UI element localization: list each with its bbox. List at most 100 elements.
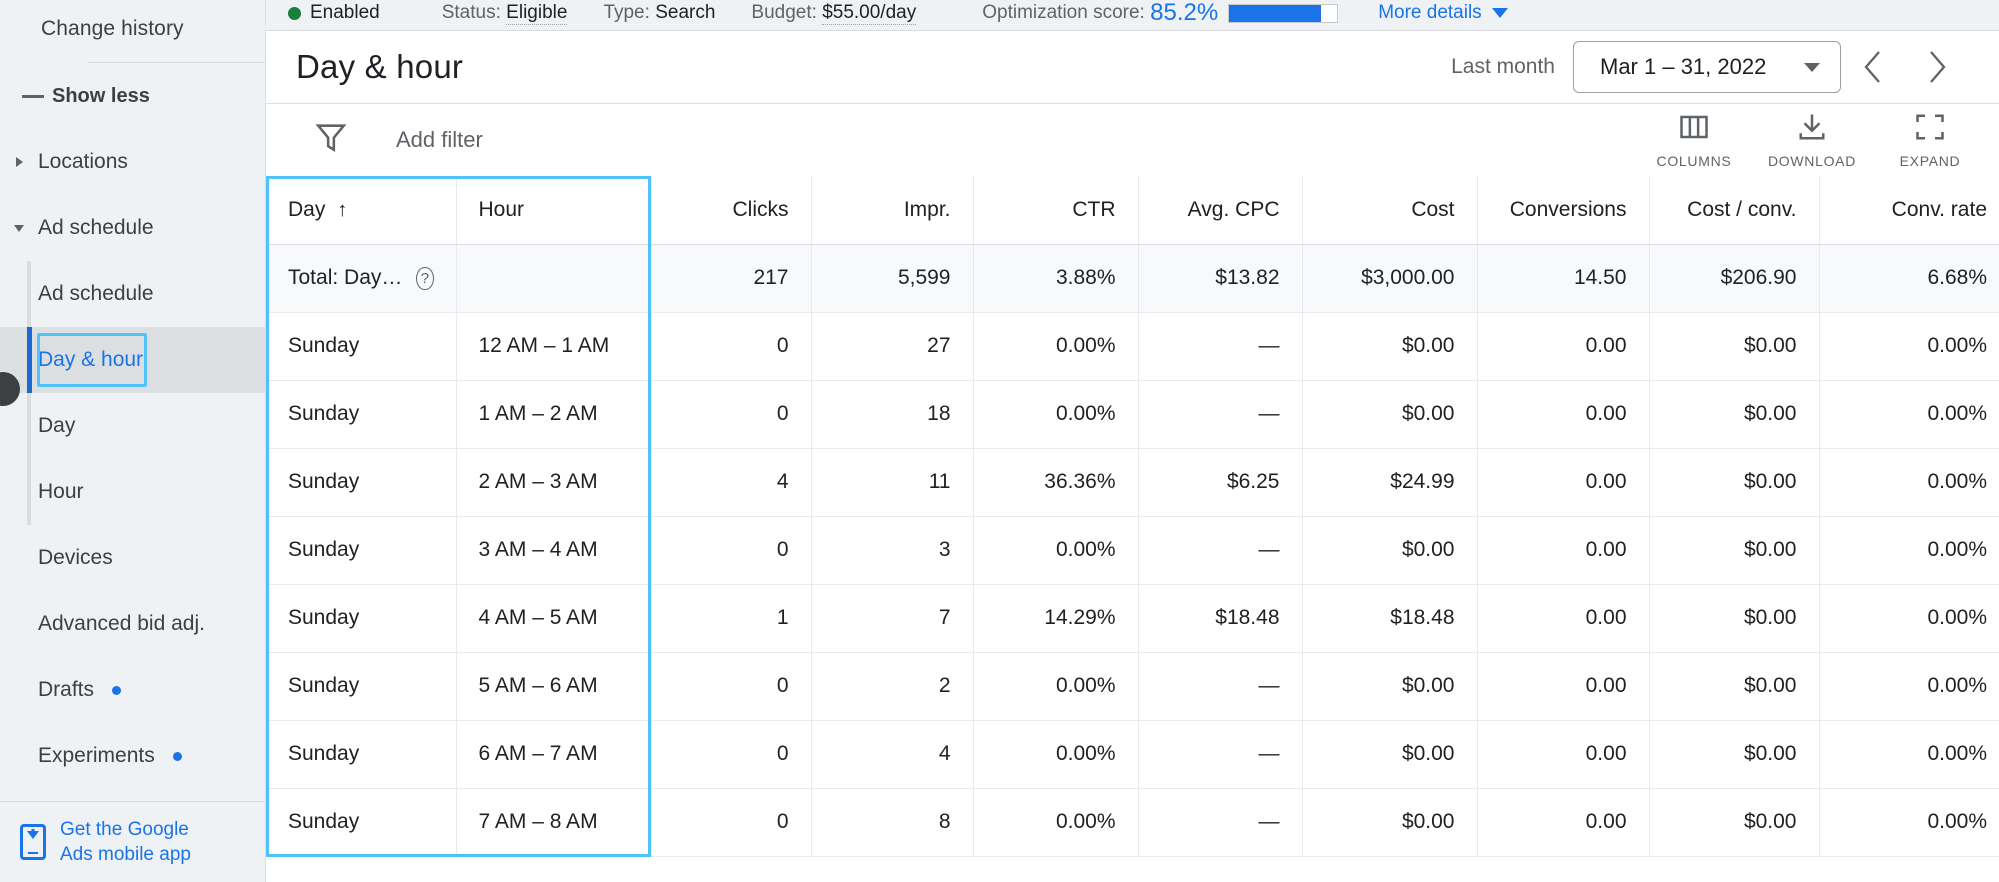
data-table-container[interactable]: Day ↑ Hour Clicks Impr. CTR Avg. CPC Cost… xyxy=(266,176,1999,882)
sidebar-item-ad-schedule[interactable]: Ad schedule xyxy=(0,261,265,327)
column-header-cost-per-conv[interactable]: Cost / conv. xyxy=(1649,176,1820,245)
column-header-day[interactable]: Day ↑ xyxy=(266,176,457,245)
table-row[interactable]: Sunday 1 AM – 2 AM 0 18 0.00% — $0.00 0.00 $0.00… xyxy=(266,380,1999,449)
cell-ctr: 0.00% xyxy=(973,720,1139,789)
total-hour-cell xyxy=(456,244,652,313)
cell-conv-rate: 0.00% xyxy=(1819,448,1999,517)
column-label: Cost / conv. xyxy=(1687,197,1797,221)
date-range-picker[interactable]: Mar 1 – 31, 2022 xyxy=(1573,41,1841,93)
sidebar-item-locations[interactable]: Locations xyxy=(0,129,265,195)
cell-impr: 18 xyxy=(811,380,974,449)
cell-day: Sunday xyxy=(266,312,457,381)
sidebar-item-change-history[interactable]: Change history xyxy=(0,0,265,57)
column-header-conversions[interactable]: Conversions xyxy=(1477,176,1650,245)
sidebar-show-less-button[interactable]: Show less xyxy=(0,63,265,129)
cell-avg-cpc: — xyxy=(1138,380,1303,449)
cell-clicks: 0 xyxy=(651,720,812,789)
next-period-button[interactable] xyxy=(1905,35,1969,99)
mobile-app-link[interactable]: Get the Google Ads mobile app xyxy=(60,817,191,867)
minus-icon xyxy=(14,94,52,98)
main-content: Enabled Status: Eligible Type: Search Bu… xyxy=(265,0,1999,882)
cell-cost-per-conv: $0.00 xyxy=(1649,448,1820,517)
cell-conversions: 0.00 xyxy=(1477,652,1650,721)
column-header-avg-cpc[interactable]: Avg. CPC xyxy=(1138,176,1303,245)
page-header: Day & hour Last month Mar 1 – 31, 2022 xyxy=(266,31,1999,103)
cell-hour: 3 AM – 4 AM xyxy=(456,516,652,585)
sidebar-item-label: Locations xyxy=(38,150,128,173)
mobile-app-promo[interactable]: Get the Google Ads mobile app xyxy=(0,801,265,882)
sidebar-subgroup: Ad schedule Day & hour Day Hour xyxy=(0,261,265,525)
enabled-dot-icon xyxy=(288,6,301,20)
sidebar-item-label: Hour xyxy=(38,480,84,503)
table-row[interactable]: Sunday 5 AM – 6 AM 0 2 0.00% — $0.00 0.00 $0.00 0… xyxy=(266,652,1999,721)
table-row[interactable]: Sunday 2 AM – 3 AM 4 11 36.36% $6.25 $24.99 0.0… xyxy=(266,448,1999,517)
sidebar-item-devices[interactable]: Devices xyxy=(0,525,265,591)
cell-day: Sunday xyxy=(266,380,457,449)
budget-value: $55.00/day xyxy=(822,1,917,25)
chevron-down-icon xyxy=(0,224,38,232)
total-conversions-cell: 14.50 xyxy=(1477,244,1650,313)
more-details-label: More details xyxy=(1378,2,1482,23)
add-filter-button[interactable]: Add filter xyxy=(266,120,483,159)
cell-conversions: 0.00 xyxy=(1477,720,1650,789)
day-hour-table: Day ↑ Hour Clicks Impr. CTR Avg. CPC Cost… xyxy=(266,176,1999,857)
cell-ctr: 14.29% xyxy=(973,584,1139,653)
download-button[interactable]: DOWNLOAD xyxy=(1753,111,1871,169)
sidebar-item-hour[interactable]: Hour xyxy=(0,459,265,525)
table-row[interactable]: Sunday 7 AM – 8 AM 0 8 0.00% — $0.00 0.00 $0.00 0… xyxy=(266,788,1999,857)
content-card: Day & hour Last month Mar 1 – 31, 2022 A… xyxy=(265,30,1999,882)
column-label: Hour xyxy=(478,197,525,221)
column-header-cost[interactable]: Cost xyxy=(1302,176,1478,245)
cell-ctr: 0.00% xyxy=(973,312,1139,381)
notification-dot-icon xyxy=(112,685,122,695)
help-icon[interactable]: ? xyxy=(416,266,434,290)
table-toolbar: Add filter COLUMNS DOWNLOAD EXPAND xyxy=(266,103,1999,175)
cell-avg-cpc: — xyxy=(1138,652,1303,721)
optimization-label: Optimization score: xyxy=(982,2,1145,23)
add-filter-label: Add filter xyxy=(396,126,483,152)
more-details-button[interactable]: More details xyxy=(1378,2,1508,24)
sidebar-item-label: Drafts xyxy=(38,678,95,701)
total-cost-cell: $3,000.00 xyxy=(1302,244,1478,313)
page-title: Day & hour xyxy=(296,48,464,85)
sidebar-item-experiments[interactable]: Experiments xyxy=(0,723,265,789)
cell-clicks: 0 xyxy=(651,380,812,449)
total-cost-per-conv-cell: $206.90 xyxy=(1649,244,1820,313)
sidebar-item-label: Day & hour xyxy=(38,348,144,371)
cell-conv-rate: 0.00% xyxy=(1819,516,1999,585)
column-header-impr[interactable]: Impr. xyxy=(811,176,974,245)
table-body: Total: Day…? 217 5,599 3.88% $13.82 $3,000.00… xyxy=(266,244,1999,857)
column-header-ctr[interactable]: CTR xyxy=(973,176,1139,245)
cell-impr: 8 xyxy=(811,788,974,857)
sort-ascending-icon[interactable]: ↑ xyxy=(337,199,347,221)
table-row[interactable]: Sunday 4 AM – 5 AM 1 7 14.29% $18.48 $18.48 0.0… xyxy=(266,584,1999,653)
sidebar-item-day[interactable]: Day xyxy=(0,393,265,459)
cell-avg-cpc: — xyxy=(1138,788,1303,857)
cell-cost: $0.00 xyxy=(1302,516,1478,585)
column-header-conv-rate[interactable]: Conv. rate xyxy=(1819,176,1999,245)
cell-cost-per-conv: $0.00 xyxy=(1649,380,1820,449)
cell-cost-per-conv: $0.00 xyxy=(1649,516,1820,585)
previous-period-button[interactable] xyxy=(1841,35,1905,99)
table-row[interactable]: Sunday 6 AM – 7 AM 0 4 0.00% — $0.00 0.00 $0.00 0… xyxy=(266,720,1999,789)
sidebar-item-advanced-bid-adj[interactable]: Advanced bid adj. xyxy=(0,591,265,657)
campaign-state-label: Enabled xyxy=(310,2,380,23)
download-icon xyxy=(1797,113,1827,146)
cell-avg-cpc: — xyxy=(1138,516,1303,585)
chevron-right-icon xyxy=(0,157,38,167)
cell-cost: $0.00 xyxy=(1302,720,1478,789)
cell-impr: 4 xyxy=(811,720,974,789)
column-header-clicks[interactable]: Clicks xyxy=(651,176,812,245)
expand-button[interactable]: EXPAND xyxy=(1871,111,1989,169)
column-header-hour[interactable]: Hour xyxy=(456,176,652,245)
cell-cost-per-conv: $0.00 xyxy=(1649,584,1820,653)
sidebar-item-drafts[interactable]: Drafts xyxy=(0,657,265,723)
optimization-progress-bar xyxy=(1228,3,1339,23)
cell-cost-per-conv: $0.00 xyxy=(1649,788,1820,857)
cell-impr: 2 xyxy=(811,652,974,721)
columns-button[interactable]: COLUMNS xyxy=(1635,111,1753,169)
table-row[interactable]: Sunday 12 AM – 1 AM 0 27 0.00% — $0.00 0.00 $0.0… xyxy=(266,312,1999,381)
table-row[interactable]: Sunday 3 AM – 4 AM 0 3 0.00% — $0.00 0.00 $0.00 0… xyxy=(266,516,1999,585)
sidebar-group-ad-schedule[interactable]: Ad schedule xyxy=(0,195,265,261)
sidebar-item-day-and-hour[interactable]: Day & hour xyxy=(0,327,265,393)
